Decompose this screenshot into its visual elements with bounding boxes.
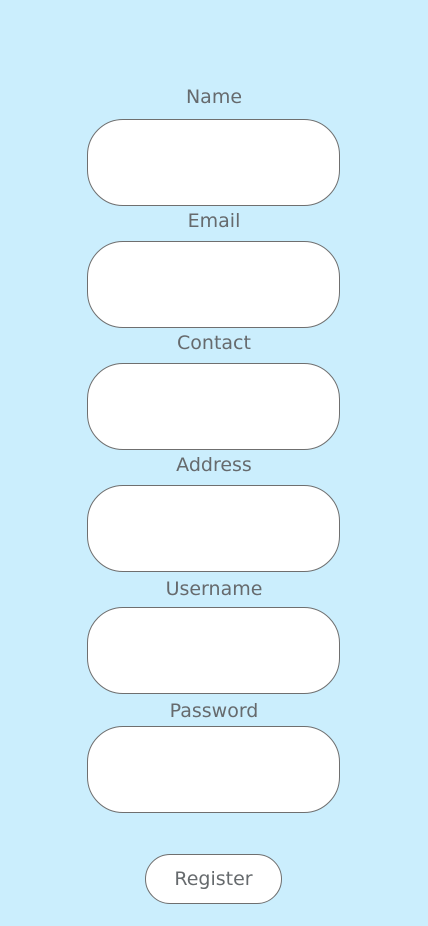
name-label: Name bbox=[185, 86, 243, 108]
contact-field[interactable] bbox=[87, 363, 340, 450]
address-field[interactable] bbox=[87, 485, 340, 572]
email-field[interactable] bbox=[87, 241, 340, 328]
email-label: Email bbox=[187, 210, 241, 232]
contact-label: Contact bbox=[177, 332, 251, 354]
address-label: Address bbox=[176, 454, 252, 476]
password-label: Password bbox=[169, 700, 259, 722]
password-field[interactable] bbox=[87, 726, 340, 813]
register-button[interactable]: Register bbox=[145, 854, 282, 904]
name-field[interactable] bbox=[87, 119, 340, 206]
username-field[interactable] bbox=[87, 607, 340, 694]
username-label: Username bbox=[165, 578, 263, 600]
